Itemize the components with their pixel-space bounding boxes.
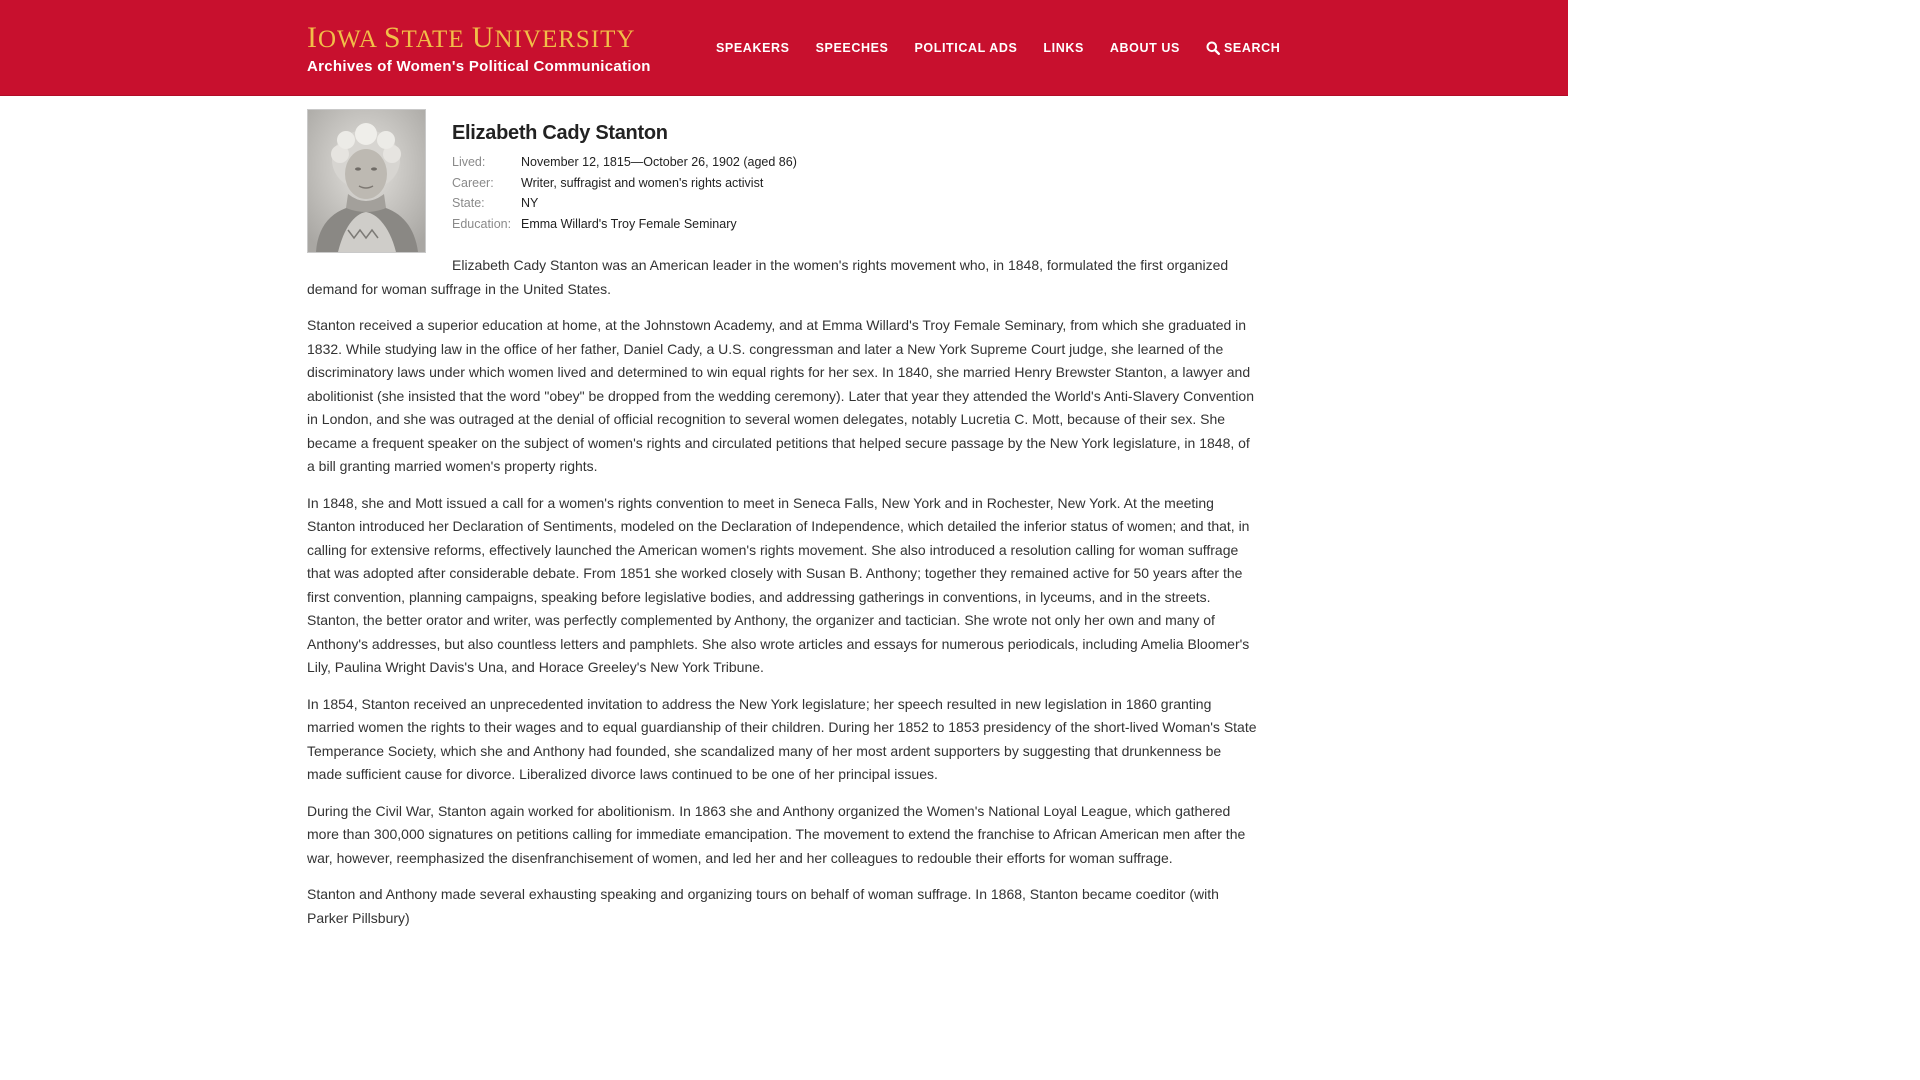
nav-links[interactable]: LINKS — [1043, 41, 1084, 55]
nav-search[interactable]: SEARCH — [1206, 41, 1280, 55]
search-icon — [1206, 41, 1220, 55]
site-subtitle[interactable]: Archives of Women's Political Communicat… — [307, 58, 651, 75]
university-wordmark[interactable]: IOWA STATE UNIVERSITY — [307, 23, 651, 54]
bio-paragraph: Stanton received a superior education at… — [307, 317, 1254, 474]
bio-paragraph: During the Civil War, Stanton again work… — [307, 802, 1246, 866]
brand[interactable]: IOWA STATE UNIVERSITY Archives of Women'… — [307, 23, 651, 76]
speaker-profile: Elizabeth Cady Stanton Lived: November 1… — [307, 109, 1260, 943]
search-label: SEARCH — [1224, 41, 1281, 55]
fact-value: Writer, suffragist and women's rights ac… — [521, 175, 764, 190]
speaker-portrait — [307, 109, 426, 253]
bio-paragraph: Elizabeth Cady Stanton was an American l… — [307, 257, 1229, 297]
nav-speakers[interactable]: SPEAKERS — [716, 41, 790, 55]
bio-paragraph: Stanton and Anthony made several exhaust… — [307, 886, 1219, 926]
site-header: IOWA STATE UNIVERSITY Archives of Women'… — [0, 0, 1568, 96]
nav-political-ads[interactable]: POLITICAL ADS — [914, 41, 1017, 55]
fact-row: State: NY — [452, 196, 797, 217]
speaker-facts: Lived: November 12, 1815—October 26, 190… — [452, 155, 797, 237]
fact-value: November 12, 1815—October 26, 1902 (aged… — [521, 155, 797, 169]
fact-label: Education: — [452, 216, 512, 231]
bio-paragraph: In 1854, Stanton received an unprecedent… — [307, 695, 1257, 783]
fact-label: Career: — [452, 175, 494, 190]
fact-row: Career: Writer, suffragist and women's r… — [452, 176, 797, 197]
fact-label: Lived: — [452, 155, 486, 169]
speaker-name: Elizabeth Cady Stanton — [452, 122, 668, 144]
portrait-image — [308, 110, 425, 252]
fact-value: NY — [521, 196, 539, 210]
fact-label: State: — [452, 196, 485, 210]
nav-about-us[interactable]: ABOUT US — [1110, 41, 1180, 55]
main-nav: SPEAKERS SPEECHES POLITICAL ADS LINKS AB… — [716, 41, 1280, 55]
fact-row: Lived: November 12, 1815—October 26, 190… — [452, 155, 797, 176]
fact-value: Emma Willard's Troy Female Seminary — [521, 216, 737, 231]
fact-row: Education: Emma Willard's Troy Female Se… — [452, 217, 797, 238]
bio-paragraph: In 1848, she and Mott issued a call for … — [307, 494, 1250, 676]
nav-speeches[interactable]: SPEECHES — [816, 41, 889, 55]
speaker-biography: Elizabeth Cady Stanton was an American l… — [307, 237, 1260, 930]
